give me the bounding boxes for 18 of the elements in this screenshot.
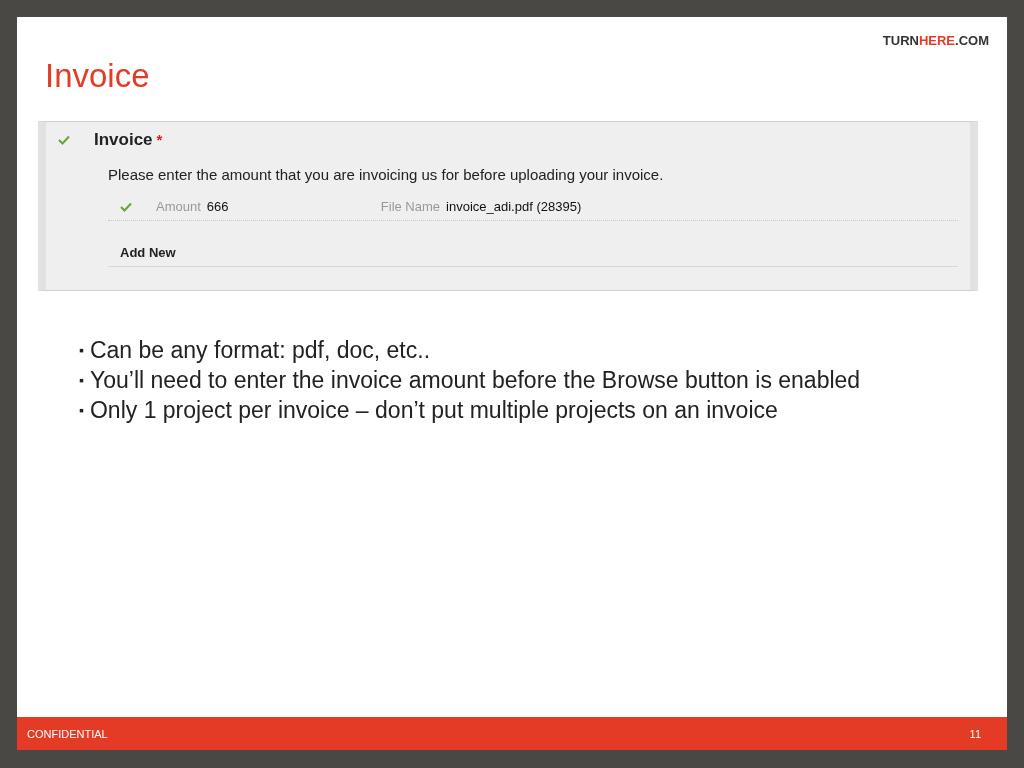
bullet-text: Can be any format: pdf, doc, etc.. (89, 336, 431, 365)
field-label: Amount (156, 199, 201, 214)
slide-title: Invoice (45, 57, 150, 95)
bullet-icon: ▪ (79, 395, 84, 425)
add-new-link[interactable]: Add New (108, 221, 958, 267)
field-value: invoice_adi.pdf (28395) (446, 199, 582, 214)
footer-label: CONFIDENTIAL (27, 727, 108, 740)
logo-text: TURNHERE.COM (882, 33, 989, 48)
field-value: 666 (206, 199, 230, 214)
bullet-icon: ▪ (79, 365, 84, 395)
form-instructions: Please enter the amount that you are invoicing us for before uploading your invoice. (108, 166, 665, 183)
required-mark: * (156, 131, 163, 148)
field-label: File Name (380, 199, 441, 214)
bullet-text: You’ll need to enter the invoice amount before the Browse button is enabled (89, 366, 861, 395)
bullet-icon: ▪ (79, 335, 84, 365)
form-heading: Invoice (94, 130, 153, 149)
bullet-text: Only 1 project per invoice – don’t put multiple projects on an invoice (89, 396, 778, 425)
page-number: 11 (969, 727, 981, 740)
